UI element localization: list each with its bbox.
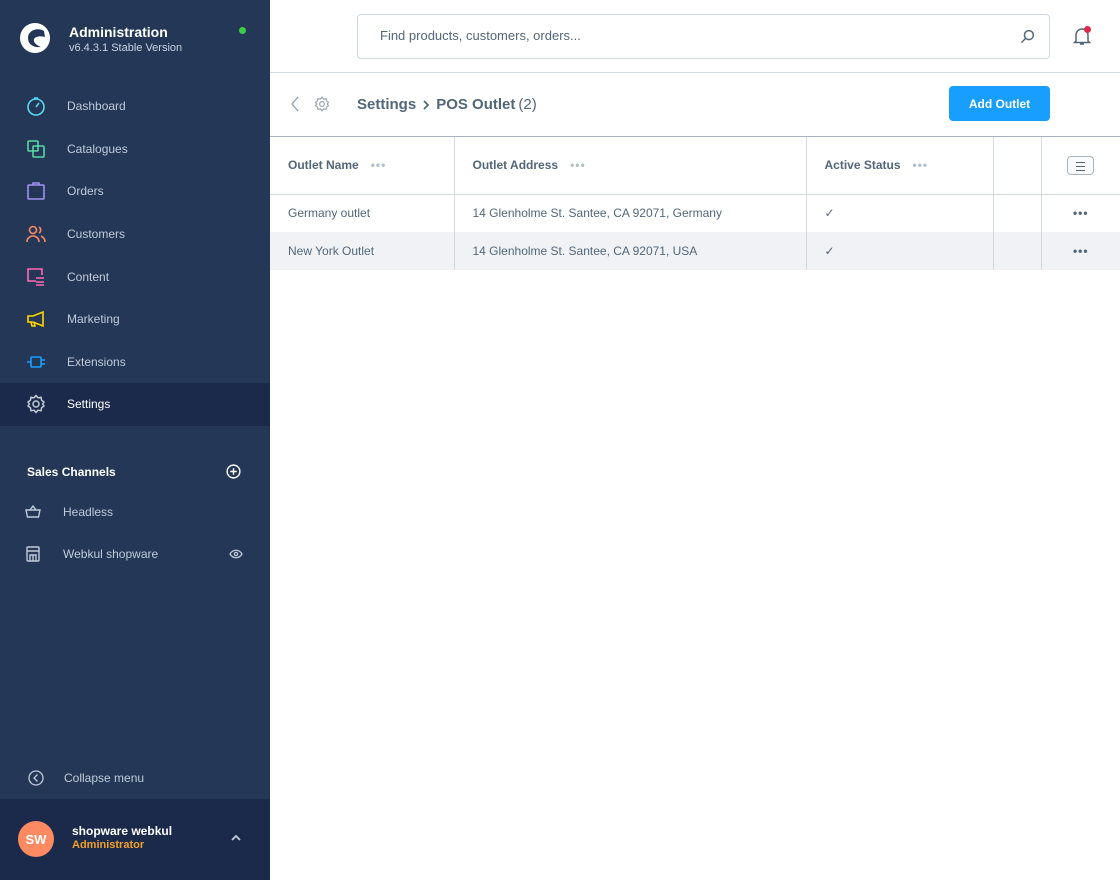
column-settings-button[interactable] [1067,155,1095,175]
sidebar-item-label: Marketing [67,312,120,327]
sidebar-item-dashboard[interactable]: Dashboard [0,85,270,128]
column-settings [1041,137,1120,195]
dashboard-icon [27,97,45,117]
sidebar-item-settings[interactable]: Settings [0,383,270,426]
sidebar-item-marketing[interactable]: Marketing [0,298,270,341]
settings-gear-icon [314,96,330,112]
user-name: shopware webkul [72,824,173,838]
eye-icon[interactable] [229,549,243,559]
sidebar-item-label: Customers [67,227,126,242]
item-count: (2) [518,96,537,113]
column-options-icon[interactable]: ••• [913,158,929,172]
top-bar [270,0,1120,73]
smart-bar: Settings POS Outlet (2) Add Outlet [270,73,1120,137]
cell-outlet-name[interactable]: New York Outlet [270,232,455,270]
extensions-icon [27,356,45,368]
collapse-menu-label: Collapse menu [64,771,145,785]
row-actions-button[interactable]: ••• [1073,206,1089,220]
sidebar-item-orders[interactable]: Orders [0,170,270,213]
breadcrumb: Settings POS Outlet (2) [357,96,537,113]
sales-channels-title: Sales Channels [27,465,116,479]
column-header-outlet-address[interactable]: Outlet Address ••• [454,137,807,195]
app-title: Administration [69,24,168,40]
sidebar-item-catalogues[interactable]: Catalogues [0,128,270,171]
check-icon: ✓ [806,194,994,232]
row-actions-button[interactable]: ••• [1073,244,1089,258]
sidebar-item-label: Content [67,269,110,284]
app-version: v6.4.3.1 Stable Version [69,42,183,54]
breadcrumb-settings[interactable]: Settings [357,96,416,113]
column-header-outlet-name[interactable]: Outlet Name ••• [270,137,455,195]
add-outlet-button[interactable]: Add Outlet [949,86,1050,121]
column-options-icon[interactable]: ••• [570,158,586,172]
back-arrow-icon[interactable] [290,96,300,112]
sidebar-item-content[interactable]: Content [0,255,270,298]
avatar: SW [18,821,54,857]
storefront-icon [26,546,40,562]
outlet-table: Outlet Name ••• Outlet Address ••• Active … [270,137,1120,270]
search-input[interactable] [380,28,980,43]
global-search [357,14,1050,59]
column-options-icon[interactable]: ••• [371,158,387,172]
basket-icon [25,504,41,518]
sales-channel-webkul-shopware[interactable]: Webkul shopware [0,534,270,574]
table-row[interactable]: Germany outlet 14 Glenholme St. Santee, … [270,194,1120,232]
sidebar-item-label: Dashboard [67,99,126,114]
notification-badge [1084,26,1091,33]
settings-icon [26,394,46,415]
sales-channel-headless[interactable]: Headless [0,492,270,532]
cell-outlet-address: 14 Glenholme St. Santee, CA 92071, USA [454,232,807,270]
cell-outlet-address: 14 Glenholme St. Santee, CA 92071, Germa… [454,194,807,232]
chevron-right-icon [423,99,430,110]
main-nav: Dashboard Catalogues Orders Customers Co… [0,85,270,426]
orders-icon [27,182,45,201]
sales-channel-label: Headless [63,505,114,519]
sales-channel-label: Webkul shopware [63,547,159,561]
add-sales-channel-icon[interactable] [226,464,241,479]
check-icon: ✓ [806,232,994,270]
sidebar-item-extensions[interactable]: Extensions [0,341,270,384]
content-icon [27,267,44,286]
search-icon[interactable] [1020,29,1035,44]
collapse-menu-button[interactable]: Collapse menu [0,762,270,794]
user-menu[interactable]: SW shopware webkul Administrator [0,799,270,880]
sidebar-item-label: Extensions [67,354,126,369]
page-title: POS Outlet [436,96,516,113]
column-header-active-status[interactable]: Active Status ••• [806,137,994,195]
catalogues-icon [27,140,45,158]
customers-icon [26,225,46,243]
table-row[interactable]: New York Outlet 14 Glenholme St. Santee,… [270,232,1120,270]
sidebar: Administration v6.4.3.1 Stable Version D… [0,0,270,880]
sidebar-item-label: Settings [67,397,111,412]
table-header-row: Outlet Name ••• Outlet Address ••• Active … [270,137,1120,195]
user-role: Administrator [72,839,145,851]
status-indicator [239,27,246,34]
sidebar-item-label: Catalogues [67,141,128,156]
sidebar-item-label: Orders [67,184,104,199]
marketing-icon [27,311,44,328]
sidebar-item-customers[interactable]: Customers [0,213,270,256]
chevron-left-circle-icon [28,770,44,786]
cell-outlet-name[interactable]: Germany outlet [270,194,455,232]
chevron-up-icon[interactable] [230,833,242,843]
shopware-logo[interactable] [19,22,51,54]
column-header-empty [993,137,1042,195]
